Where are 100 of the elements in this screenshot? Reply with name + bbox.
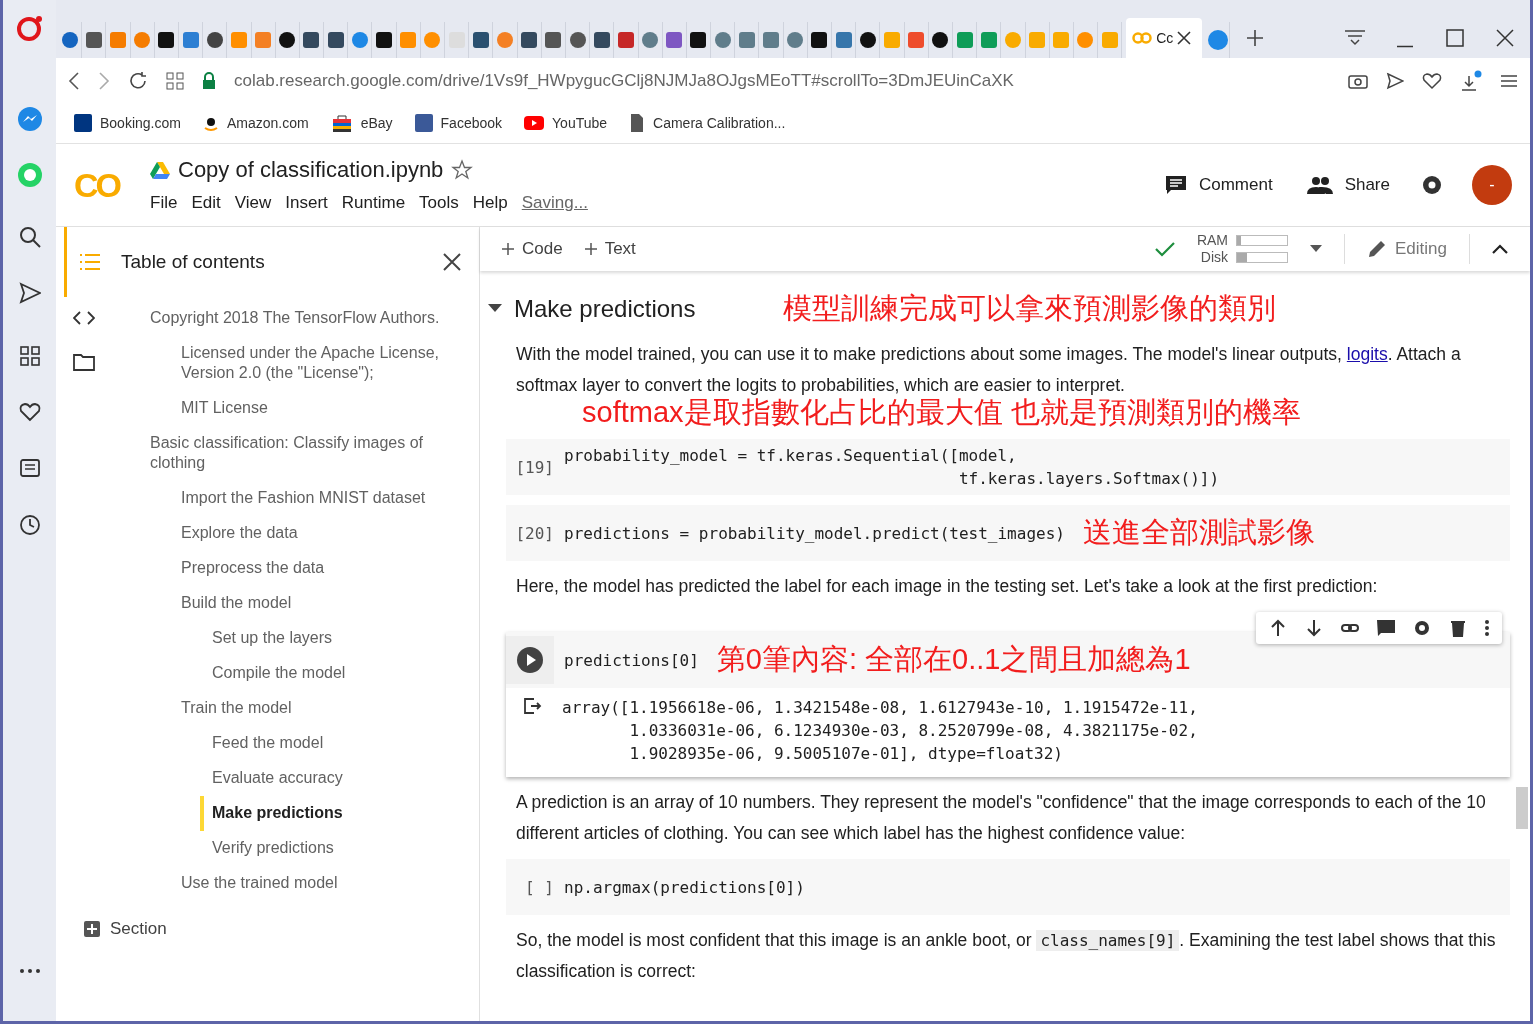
cell-output: array([1.1956618e-06, 1.3421548e-08, 1.6127943e-10, 1.1915472e-11, 1.0336031e-06, 6.1234930e-03, 8.2520799e-08, 4.3821175e-02, 1.9028935e-06, 9.5005107e-01], dtype=float32) <box>562 697 1198 765</box>
favicon-icon <box>1206 29 1229 51</box>
toc-item[interactable]: Evaluate accuracy <box>200 761 479 796</box>
favicon-icon <box>858 31 877 49</box>
comment-button[interactable]: Comment <box>1164 174 1273 196</box>
share-button[interactable]: Share <box>1306 175 1390 195</box>
star-icon[interactable] <box>451 159 474 181</box>
page-icon <box>629 114 646 132</box>
account-avatar[interactable]: - <box>1472 165 1512 205</box>
camera-icon[interactable] <box>1348 72 1368 89</box>
toc-item[interactable]: Licensed under the Apache License, Version 2.0 (the "License"); <box>169 336 479 391</box>
bookmark-link[interactable]: Facebook <box>414 114 503 132</box>
close-icon[interactable] <box>443 253 461 271</box>
lock-icon <box>202 71 216 90</box>
menu-item[interactable]: Tools <box>419 193 459 213</box>
resource-monitor[interactable]: RAM Disk <box>1196 232 1288 266</box>
menu-item[interactable]: File <box>150 193 178 213</box>
favicon-icon <box>399 31 418 49</box>
toc-item[interactable]: Build the model <box>169 586 479 621</box>
settings-icon[interactable] <box>1412 618 1432 638</box>
favicon-icon <box>1100 31 1119 49</box>
bookmark-link[interactable]: Booking.com <box>74 114 181 132</box>
back-icon[interactable] <box>68 71 80 90</box>
trash-icon[interactable] <box>1448 618 1468 638</box>
markdown-text: With the model trained, you can use it to make predictions about some images. The model's linear outputs, logits. Attach a softmax layer to convert the logits to probabilities, which are easier to interpret. <box>515 343 1462 397</box>
comment-icon[interactable] <box>1376 618 1396 638</box>
download-icon[interactable] <box>1460 69 1482 92</box>
toc-item[interactable]: Compile the model <box>200 656 479 691</box>
annotation-text: softmax是取指數化占比的最大值 也就是預測類別的機率 <box>582 395 1302 429</box>
menu-item[interactable]: View <box>234 193 272 213</box>
plus-box-icon <box>84 921 100 937</box>
menu-item[interactable]: Help <box>472 193 508 213</box>
notebook-title[interactable]: Copy of classification.ipynb <box>178 157 444 183</box>
dropdown-caret-icon[interactable] <box>1310 245 1322 253</box>
toc-item[interactable]: Import the Fashion MNIST dataset <box>169 481 479 516</box>
favicon-icon <box>665 31 684 49</box>
arrow-down-icon[interactable] <box>1304 618 1324 638</box>
toc-item[interactable]: Make predictions <box>200 796 479 831</box>
heart-icon[interactable] <box>18 402 41 422</box>
logits-link[interactable]: logits <box>1346 344 1388 364</box>
execution-count: [20] <box>514 523 555 543</box>
settings-icon[interactable] <box>1420 173 1444 197</box>
plus-icon <box>502 243 514 255</box>
more-icon[interactable] <box>1484 618 1490 638</box>
annotation-text: 模型訓練完成可以拿來預測影像的類別 <box>783 291 1277 326</box>
grid-icon[interactable] <box>19 346 40 366</box>
messenger-icon[interactable] <box>16 106 43 132</box>
editing-mode-button[interactable]: Editing <box>1367 239 1447 259</box>
section-heading: Make predictions <box>514 295 696 323</box>
favicon-icon <box>979 31 998 49</box>
bookmark-link[interactable]: YouTube <box>524 115 608 131</box>
toc-item[interactable]: Set up the layers <box>200 621 479 656</box>
menu-item[interactable]: Runtime <box>341 193 406 213</box>
annotation-text: 第0筆內容: 全部在0..1之間且加總為1 <box>716 642 1191 677</box>
more-icon[interactable] <box>18 967 41 975</box>
bookmark-link[interactable]: eBay <box>330 113 393 133</box>
clock-icon[interactable] <box>18 514 41 536</box>
toc-item[interactable]: Verify predictions <box>200 831 479 866</box>
add-section-button[interactable]: Section <box>84 919 167 939</box>
browser-tab[interactable]: Cc <box>1126 18 1203 58</box>
toc-item[interactable]: Basic classification: Classify images of clothing <box>138 426 479 481</box>
favicon-icon <box>181 31 200 49</box>
toc-item[interactable]: MIT License <box>169 391 479 426</box>
close-icon <box>1496 29 1514 47</box>
favicon-icon <box>786 31 805 49</box>
collapse-caret-icon[interactable] <box>488 304 502 314</box>
reload-icon[interactable] <box>128 70 148 91</box>
search-icon[interactable] <box>18 226 41 248</box>
bookmark-link[interactable]: Amazon.com <box>202 114 309 132</box>
folder-icon[interactable] <box>73 353 95 371</box>
toc-item[interactable]: Use the trained model <box>169 866 479 901</box>
menu-item[interactable]: Edit <box>191 193 221 213</box>
favicon-icon <box>108 31 127 49</box>
run-cell-button[interactable] <box>506 636 554 684</box>
people-icon <box>1306 176 1333 194</box>
favicon-icon <box>907 31 926 49</box>
toc-item[interactable]: Feed the model <box>200 726 479 761</box>
add-text-button[interactable]: Text <box>584 239 636 259</box>
execution-count: [19] <box>514 457 555 477</box>
save-status-link[interactable]: Saving... <box>521 193 588 213</box>
code-cell[interactable] <box>506 632 1510 777</box>
toc-item[interactable]: Copyright 2018 The TensorFlow Authors. <box>138 301 479 336</box>
ram-meter <box>1236 235 1288 246</box>
send-icon[interactable] <box>1386 71 1404 90</box>
toc-item[interactable]: Train the model <box>169 691 479 726</box>
toc-item[interactable]: Explore the data <box>169 516 479 551</box>
facebook-logo-icon <box>414 114 433 132</box>
menu-item[interactable]: Insert <box>285 193 328 213</box>
news-icon[interactable] <box>18 458 41 478</box>
toc-item[interactable]: Preprocess the data <box>169 551 479 586</box>
bookmark-link[interactable]: Camera Calibration... <box>629 114 786 132</box>
close-icon[interactable] <box>1177 31 1192 45</box>
add-code-button[interactable]: Code <box>502 239 563 259</box>
heart-icon[interactable] <box>1422 71 1442 90</box>
collapse-chevron-icon[interactable] <box>1492 244 1508 254</box>
favicon-icon <box>84 31 103 49</box>
execution-count: [ ] <box>524 877 555 897</box>
send-icon[interactable] <box>18 282 41 304</box>
list-icon <box>79 253 101 271</box>
code-icon[interactable] <box>73 311 95 325</box>
